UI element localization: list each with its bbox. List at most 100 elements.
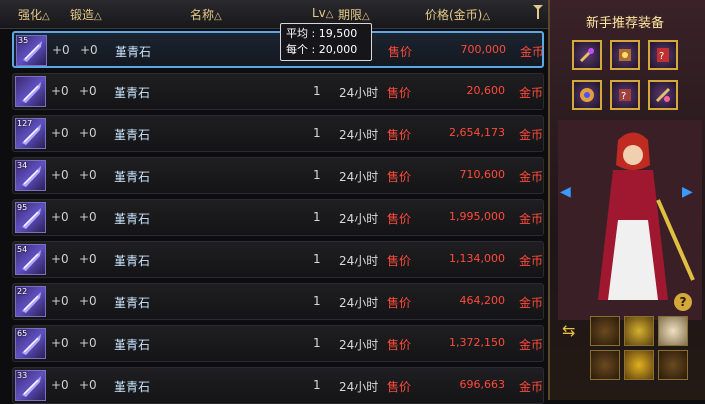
stack-count: 54: [17, 245, 28, 254]
price-value: 20,600: [466, 84, 506, 97]
equip-slot-2[interactable]: [610, 40, 640, 70]
table-row[interactable]: 34 +0 +0 堇青石 1 24小时 售价 710,600 金币: [12, 157, 544, 194]
sort-name-header[interactable]: 名称△: [190, 6, 222, 23]
duration-value: 24小时: [339, 254, 379, 268]
item-name: 堇青石: [114, 86, 151, 100]
sell-label: 售价: [387, 128, 412, 142]
currency-label: 金币: [520, 45, 545, 59]
equip-slot-5[interactable]: ?: [610, 80, 640, 110]
price-value: 1,995,000: [449, 210, 505, 223]
gem-item-icon[interactable]: 127: [15, 118, 46, 149]
help-icon[interactable]: ?: [674, 293, 692, 311]
gem-item-icon[interactable]: 35: [16, 35, 47, 66]
sort-price-header[interactable]: 价格(金币)△: [425, 6, 490, 23]
level-value: 1: [313, 336, 321, 350]
sell-label: 售价: [388, 45, 413, 59]
item-name: 堇青石: [115, 45, 152, 59]
table-row[interactable]: 65 +0 +0 堇青石 1 24小时 售价 1,372,150 金币: [12, 325, 544, 362]
table-row[interactable]: 127 +0 +0 堇青石 1 24小时 售价 2,654,173 金币: [12, 115, 544, 152]
level-value: 1: [313, 378, 321, 392]
enhance-value: +0: [51, 168, 69, 182]
pin-icon[interactable]: [532, 3, 544, 25]
table-row[interactable]: 95 +0 +0 堇青石 1 24小时 售价 1,995,000 金币: [12, 199, 544, 236]
recommend-title: 新手推荐装备: [586, 16, 665, 31]
forge-value: +0: [79, 210, 97, 224]
price-value: 1,372,150: [449, 336, 505, 349]
enhance-value: +0: [51, 336, 69, 350]
equip-slot-1[interactable]: [572, 40, 602, 70]
duration-value: 24小时: [339, 86, 379, 100]
currency-label: 金币: [519, 296, 544, 310]
sort-forge-header[interactable]: 锻造△: [70, 6, 102, 23]
sell-label: 售价: [387, 170, 412, 184]
item-name: 堇青石: [114, 212, 151, 226]
gem-item-icon[interactable]: 33: [15, 370, 46, 401]
equip-slot-4[interactable]: [572, 80, 602, 110]
duration-value: 24小时: [339, 380, 379, 394]
table-row[interactable]: 35 +0 +0 堇青石 售价 700,000 金币: [12, 31, 544, 68]
item-name: 堇青石: [114, 380, 151, 394]
gem-item-icon[interactable]: 54: [15, 244, 46, 275]
sort-lv-header[interactable]: Lv△: [312, 6, 334, 20]
forge-value: +0: [79, 168, 97, 182]
svg-text:?: ?: [621, 91, 626, 102]
table-row[interactable]: 54 +0 +0 堇青石 1 24小时 售价 1,134,000 金币: [12, 241, 544, 278]
price-value: 700,000: [460, 43, 507, 56]
currency-label: 金币: [519, 380, 544, 394]
duration-value: 24小时: [339, 128, 379, 142]
costume-slot-1[interactable]: [590, 316, 620, 346]
costume-slot-3[interactable]: [658, 316, 688, 346]
sell-label: 售价: [387, 212, 412, 226]
gem-item-icon[interactable]: [15, 76, 46, 107]
price-value: 696,663: [459, 378, 506, 391]
gem-item-icon[interactable]: 65: [15, 328, 46, 359]
costume-slot-4[interactable]: [590, 350, 620, 380]
stack-count: 65: [17, 329, 28, 338]
duration-value: 24小时: [339, 338, 379, 352]
costume-slot-5[interactable]: [624, 350, 654, 380]
item-name: 堇青石: [114, 296, 151, 310]
table-header: 强化△ 锻造△ 名称△ Lv△ 期限△ 价格(金币)△: [0, 0, 548, 29]
equip-slot-3[interactable]: ?: [648, 40, 678, 70]
price-value: 464,200: [459, 294, 506, 307]
currency-label: 金币: [519, 212, 544, 226]
enhance-value: +0: [51, 378, 69, 392]
costume-slot-6[interactable]: [658, 350, 688, 380]
sort-duration-header[interactable]: 期限△: [338, 6, 370, 23]
sell-label: 售价: [387, 296, 412, 310]
enhance-value: +0: [52, 43, 70, 57]
swap-icon[interactable]: ⇆: [562, 321, 575, 340]
enhance-value: +0: [51, 210, 69, 224]
prev-arrow-icon[interactable]: ◀: [560, 184, 571, 200]
stack-count: 127: [17, 119, 33, 128]
gem-item-icon[interactable]: 95: [15, 202, 46, 233]
level-value: 1: [313, 126, 321, 140]
costume-slot-2[interactable]: [624, 316, 654, 346]
sell-label: 售价: [387, 86, 412, 100]
table-row[interactable]: 22 +0 +0 堇青石 1 24小时 售价 464,200 金币: [12, 283, 544, 320]
forge-value: +0: [79, 378, 97, 392]
currency-label: 金币: [519, 338, 544, 352]
forge-value: +0: [79, 84, 97, 98]
table-row[interactable]: +0 +0 堇青石 1 24小时 售价 20,600 金币: [12, 73, 544, 110]
forge-value: +0: [80, 43, 98, 57]
stack-count: 95: [17, 203, 28, 212]
enhance-value: +0: [51, 294, 69, 308]
next-arrow-icon[interactable]: ▶: [682, 184, 693, 200]
stack-count: 34: [17, 161, 28, 170]
price-tooltip: 平均 : 19,500 每个 : 20,000: [280, 23, 372, 61]
sort-enhance-header[interactable]: 强化△: [18, 6, 50, 23]
item-name: 堇青石: [114, 128, 151, 142]
duration-value: 24小时: [339, 296, 379, 310]
enhance-value: +0: [51, 84, 69, 98]
gem-item-icon[interactable]: 22: [15, 286, 46, 317]
equip-slot-6[interactable]: [648, 80, 678, 110]
enhance-value: +0: [51, 126, 69, 140]
level-value: 1: [313, 84, 321, 98]
level-value: 1: [313, 252, 321, 266]
item-name: 堇青石: [114, 338, 151, 352]
table-row[interactable]: 33 +0 +0 堇青石 1 24小时 售价 696,663 金币: [12, 367, 544, 404]
gem-item-icon[interactable]: 34: [15, 160, 46, 191]
item-name: 堇青石: [114, 170, 151, 184]
svg-text:?: ?: [659, 51, 664, 62]
